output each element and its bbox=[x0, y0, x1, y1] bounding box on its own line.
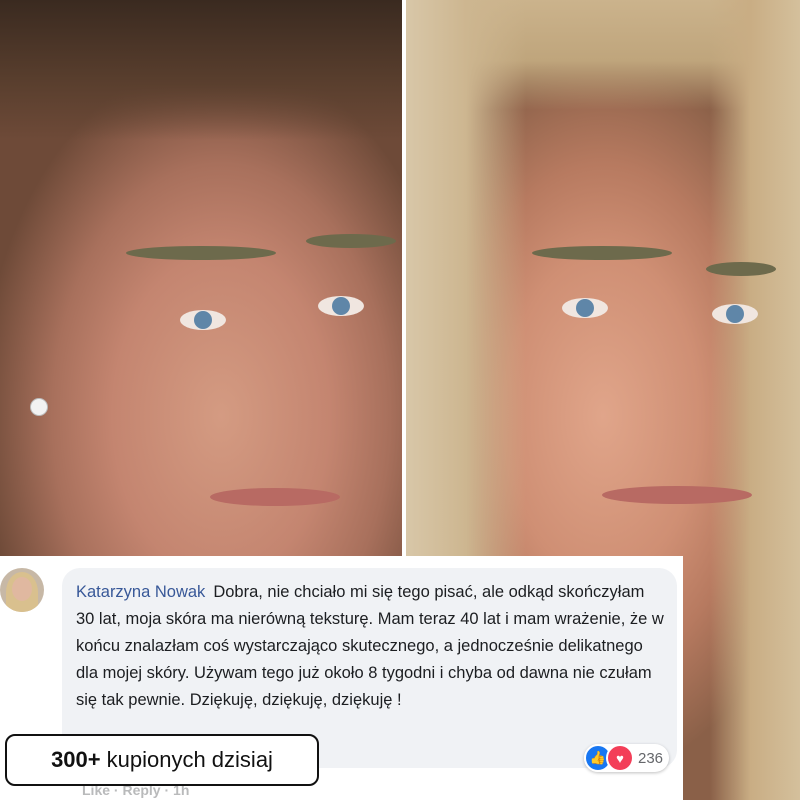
after-hair-right bbox=[710, 0, 800, 800]
comment-author[interactable]: Katarzyna Nowak bbox=[76, 583, 205, 601]
avatar[interactable] bbox=[0, 568, 44, 612]
reaction-summary[interactable]: 👍 ♥ 236 bbox=[584, 744, 670, 772]
before-mouth bbox=[210, 488, 340, 506]
reaction-count: 236 bbox=[638, 749, 664, 767]
sales-badge: 300+ kupionych dzisiaj bbox=[5, 734, 319, 786]
comment-body: Katarzyna Nowak Dobra, nie chciało mi się… bbox=[76, 579, 666, 714]
after-left-brow bbox=[532, 246, 672, 260]
badge-text: kupionych dzisiaj bbox=[106, 747, 273, 772]
earring bbox=[30, 398, 48, 416]
before-hair bbox=[0, 0, 402, 140]
before-right-brow bbox=[306, 234, 396, 248]
comment-text: Dobra, nie chciało mi się tego pisać, al… bbox=[76, 583, 664, 709]
after-right-brow bbox=[706, 262, 776, 276]
heart-icon: ♥ bbox=[606, 744, 634, 772]
before-left-brow bbox=[126, 246, 276, 260]
after-left-eye bbox=[562, 298, 608, 318]
after-mouth bbox=[602, 486, 752, 504]
before-right-eye bbox=[318, 296, 364, 316]
before-left-eye bbox=[180, 310, 226, 330]
badge-count: 300+ bbox=[51, 747, 101, 772]
after-right-eye bbox=[712, 304, 758, 324]
